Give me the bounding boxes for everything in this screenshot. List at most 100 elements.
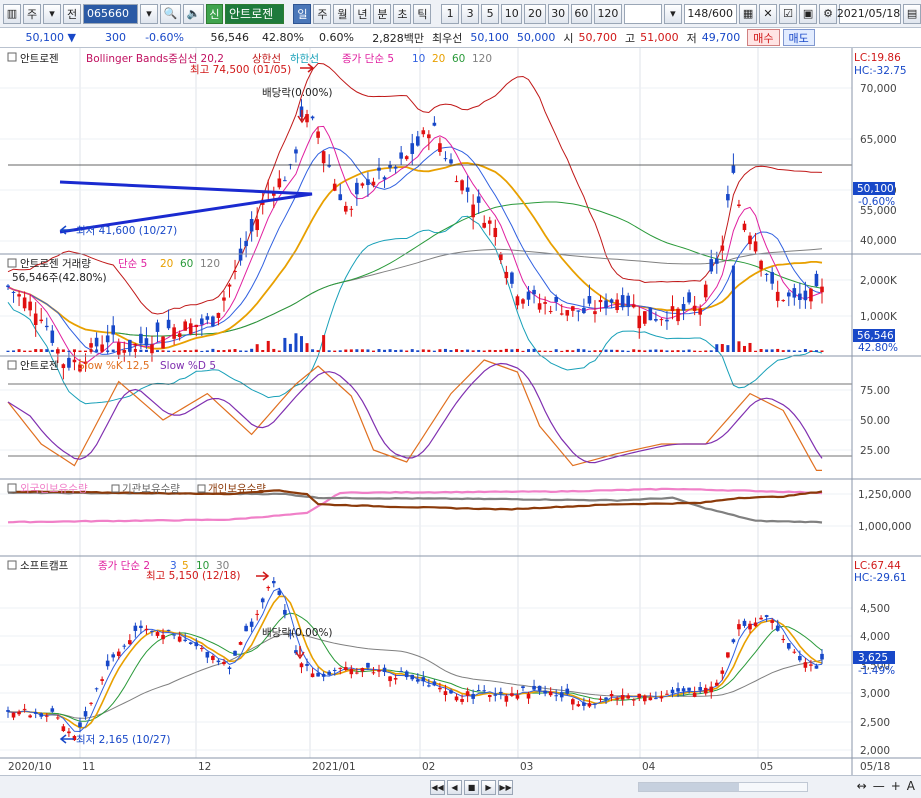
- volume-bar: [814, 350, 818, 352]
- interval-dropdown-icon[interactable]: ▾: [663, 3, 682, 24]
- price-candle: [366, 179, 370, 186]
- grid-settings-icon[interactable]: ▦: [739, 3, 758, 24]
- interval-1-button[interactable]: 1: [441, 3, 460, 24]
- volume-bar: [39, 349, 43, 352]
- rewind-icon[interactable]: ◀◀: [430, 779, 445, 795]
- layout-icon[interactable]: ▥: [3, 3, 21, 24]
- price-candle: [249, 219, 254, 232]
- market-select[interactable]: 주: [23, 3, 41, 24]
- low-label: 저: [686, 31, 697, 45]
- interval-custom-input[interactable]: [623, 3, 662, 24]
- period-day-tab[interactable]: 일: [293, 3, 312, 24]
- volume-bar: [78, 350, 82, 352]
- period-month-tab[interactable]: 월: [333, 3, 352, 24]
- period-year-tab[interactable]: 년: [353, 3, 372, 24]
- price-candle: [28, 301, 32, 311]
- volume-bar: [742, 345, 746, 352]
- svg-text:40,000: 40,000: [860, 235, 897, 247]
- gear-icon[interactable]: ⚙: [819, 3, 838, 24]
- price-candle: [200, 318, 204, 325]
- interval-20-button[interactable]: 20: [524, 3, 546, 24]
- price-candle: [493, 227, 498, 238]
- volume-bar: [438, 349, 442, 352]
- volume-bar: [322, 335, 326, 352]
- price-candle: [432, 122, 437, 126]
- price-candle: [532, 289, 536, 295]
- data-count-input[interactable]: 148/600: [683, 3, 738, 24]
- interval-120-button[interactable]: 120: [594, 3, 622, 24]
- index-candle: [593, 703, 597, 705]
- stock-code-input[interactable]: 065660: [83, 3, 139, 24]
- zoom-in-icon[interactable]: +: [891, 779, 901, 793]
- price-candle: [388, 164, 392, 168]
- scroll-rail[interactable]: [638, 782, 808, 792]
- volume-bar: [288, 343, 292, 352]
- fast-forward-icon[interactable]: ▶▶: [498, 779, 513, 795]
- index-candle: [67, 731, 71, 734]
- price-candle: [814, 273, 819, 287]
- date-input[interactable]: 2021/05/18: [837, 3, 902, 24]
- volume-bar: [167, 350, 171, 352]
- interval-10-button[interactable]: 10: [501, 3, 523, 24]
- interval-60-button[interactable]: 60: [570, 3, 593, 24]
- save-icon[interactable]: ▣: [799, 3, 818, 24]
- index-candle: [604, 697, 608, 700]
- period-week-tab[interactable]: 주: [313, 3, 332, 24]
- index-candle: [626, 695, 630, 699]
- index-candle: [6, 710, 10, 712]
- calendar-icon[interactable]: ▤: [903, 3, 921, 24]
- index-candle: [128, 640, 132, 645]
- code-dropdown-icon[interactable]: ▾: [140, 3, 159, 24]
- price-candle: [116, 342, 121, 355]
- buy-button[interactable]: 매수: [747, 29, 780, 46]
- index-candle: [166, 629, 171, 631]
- sell-button[interactable]: 매도: [782, 29, 815, 46]
- price-candle: [415, 136, 420, 146]
- interval-3-button[interactable]: 3: [461, 3, 480, 24]
- index-candle: [388, 676, 392, 682]
- current-volume-rate-text: 42.80%: [858, 342, 898, 354]
- autofit-icon[interactable]: A: [907, 779, 915, 793]
- price-candle: [504, 271, 509, 279]
- whole-button[interactable]: 전: [63, 3, 81, 24]
- prev-icon[interactable]: ◀: [447, 779, 462, 795]
- price-candle: [382, 177, 387, 180]
- interval-30-button[interactable]: 30: [547, 3, 569, 24]
- index-candle: [172, 634, 176, 636]
- index-candle: [499, 691, 503, 694]
- index-candle: [194, 642, 199, 647]
- volume-bar: [410, 349, 414, 352]
- period-tick-tab[interactable]: 틱: [413, 3, 432, 24]
- scroll-thumb[interactable]: [639, 783, 739, 791]
- volume-axis-1000k: 1,000K: [860, 311, 898, 323]
- index-candle: [537, 685, 542, 691]
- interval-5-button[interactable]: 5: [481, 3, 500, 24]
- volume-bar: [194, 349, 198, 352]
- index-candle: [11, 712, 16, 718]
- chevron-down-icon[interactable]: ▾: [43, 3, 61, 24]
- volume-bar: [449, 350, 453, 352]
- volume-bar: [488, 349, 492, 352]
- volume-bar: [106, 350, 110, 352]
- volume-bar: [477, 349, 481, 352]
- price-candle: [255, 219, 259, 231]
- stop-icon[interactable]: ■: [464, 779, 479, 795]
- period-second-tab[interactable]: 초: [393, 3, 412, 24]
- credit-badge: 신: [205, 3, 224, 24]
- checkbox-icon[interactable]: ☑: [779, 3, 798, 24]
- zoom-out-icon[interactable]: —: [873, 779, 885, 793]
- index-candle: [714, 682, 719, 686]
- zoom-reset-icon[interactable]: ↔: [857, 779, 867, 793]
- period-minute-tab[interactable]: 분: [373, 3, 392, 24]
- speaker-icon[interactable]: 🔈: [182, 3, 204, 24]
- volume-bar: [421, 349, 425, 352]
- price-candle: [377, 167, 381, 171]
- next-icon[interactable]: ▶: [481, 779, 496, 795]
- search-icon[interactable]: 🔍: [160, 3, 181, 24]
- crosshair-icon[interactable]: ✕: [759, 3, 778, 24]
- index-candle: [266, 586, 271, 589]
- volume-bar: [565, 349, 569, 352]
- price-candle: [775, 291, 780, 301]
- chart-area[interactable]: 안트로젠 Bollinger Bands중심선 20,2 상한선 하한선 종가 …: [0, 48, 921, 775]
- svg-text:70,000: 70,000: [860, 83, 897, 95]
